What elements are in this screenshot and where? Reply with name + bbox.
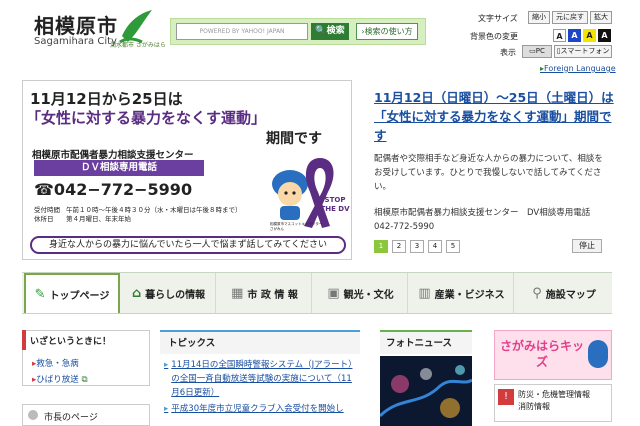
slide-page-5[interactable]: 5 [446,240,460,253]
kids-label: さがみはらキッズ [500,339,585,369]
illumination-photo [380,356,472,426]
house-icon: ⌂ [131,285,142,301]
display-smartphone-label: スマートフォン [560,47,610,55]
city-name-en[interactable]: Sagamihara City [34,36,117,47]
nav-industry[interactable]: ▥ 産業・ビジネス [410,273,514,313]
display-pc-button[interactable]: ▭PC [522,45,552,58]
city-logo-icon: ✎ [34,286,46,302]
emergency-title: いざというときに！ [30,337,112,347]
foreign-language-label: Foreign Language [544,64,616,73]
chart-icon: ▥ [418,285,431,301]
text-size-enlarge-button[interactable]: 拡大 [590,11,612,24]
slide-page-2[interactable]: 2 [392,240,406,253]
foreign-language-link[interactable]: ▸Foreign Language [540,64,616,73]
topics-item-label: 11月14日の全国瞬時警報システム（Jアラート）の全国一斉自動放送等試験の実施に… [171,360,353,398]
slide-page-3[interactable]: 3 [410,240,424,253]
mayor-avatar-icon [28,410,38,420]
banner-footer: 身近な人からの暴力に悩んでいたら一人で悩まず話してみてください [30,236,346,254]
nav-city-government-label: 市 政 情 報 [247,289,298,301]
bg-color-blue-button[interactable]: A [568,29,581,42]
search-icon: 🔍 [315,26,327,36]
monitor-icon: ▭ [529,47,536,55]
arrow-right-icon: ▸ [164,360,169,370]
nav-facility-map-label: 施設マップ [545,289,596,301]
photo-icon: ▣ [327,285,340,301]
disaster-info-line2: 消防情報 [518,402,550,411]
banner-campaign: 「女性に対する暴力をなくす運動」 [26,109,267,127]
nav-living-label: 暮らしの情報 [145,289,206,301]
topics-item[interactable]: ▸ 11月14日の全国瞬時警報システム（Jアラート）の全国一斉自動放送等試験の実施… [164,358,354,400]
photo-news-title: フォトニュース [386,338,453,349]
text-size-label: 文字サイズ [478,14,518,23]
bg-color-label: 背景色の変更 [470,32,518,41]
slide-page-1[interactable]: 1 [374,240,388,253]
nav-industry-label: 産業・ビジネス [434,289,505,301]
nav-top-page-label: トップページ [49,290,110,302]
text-size-reset-button[interactable]: 元に戻す [552,11,588,24]
photo-news-image[interactable] [380,356,472,426]
search-help-label: 検索の使い方 [364,27,413,36]
display-smartphone-button[interactable]: ▯スマートフォン [554,45,612,58]
nav-city-government[interactable]: ▦ 市 政 情 報 [218,273,312,313]
topics-item[interactable]: ▸ 平成30年度市立児童クラブ入会受付を開始し [164,402,354,416]
banner-center: 相模原市配偶者暴力相談支援センター [32,150,194,161]
bg-color-white-button[interactable]: A [553,29,566,42]
display-pc-label: PC [535,47,545,55]
nav-tourism-label: 観光・文化 [343,289,394,301]
nav-facility-map[interactable]: ⚲ 施設マップ [516,273,612,313]
news-body: 配偶者や交際相手など身近な人からの暴力について、相談をお受けしています。ひとりで… [374,154,603,192]
banner-hotline-label: ＤＶ相談専用電話 [34,160,204,176]
slide-page-4[interactable]: 4 [428,240,442,253]
emergency-title-bar [22,330,26,350]
display-label: 表示 [500,48,516,57]
alert-icon: ! [498,389,514,405]
topics-title: トピックス [168,338,216,349]
emergency-link-broadcast[interactable]: ▸ひばり放送 ⧉ [32,373,88,385]
banner-period: 期間です [266,131,322,147]
city-name[interactable]: 相模原市 [34,10,118,39]
map-pin-icon: ⚲ [532,285,542,301]
slideshow-stop-button[interactable]: 停止 [572,239,602,253]
banner-holiday-label: 休所日 [34,215,54,223]
banner-phone: ☎042−772−5990 [34,180,193,199]
mascot-caption: 相模原市マスコットキャラクター さがみん [270,222,323,231]
emergency-link-medical[interactable]: ▸救急・急病 [32,357,79,369]
news-headline-link[interactable]: 11月12日（日曜日）〜25日（土曜日）は「女性に対する暴力をなくす運動」期間で… [374,88,614,145]
search-button[interactable]: 🔍検索 [311,23,349,40]
text-size-shrink-button[interactable]: 縮小 [528,11,550,24]
search-button-label: 検索 [326,26,345,36]
emergency-link-broadcast-label: ひばり放送 [36,375,79,385]
building-icon: ▦ [231,285,244,301]
nav-living[interactable]: ⌂ 暮らしの情報 [122,273,216,313]
search-input[interactable]: POWERED BY YAHOO! JAPAN [176,23,308,40]
topics-item-label: 平成30年度市立児童クラブ入会受付を開始し [171,404,344,414]
banner-ribbon-text: STOP THE DV [320,196,350,213]
nav-top-page[interactable]: ✎ トップページ [24,273,120,313]
search-help-button[interactable]: ›検索の使い方 [356,23,418,40]
topics-list: ▸ 11月14日の全国瞬時警報システム（Jアラート）の全国一斉自動放送等試験の実施… [164,358,354,416]
news-center: 相模原市配偶者暴力相談支援センター DV相談専用電話 042-772-5990 [374,208,599,232]
bg-color-black-button[interactable]: A [598,29,611,42]
logo-caption: 潤水都市 さがみはら [110,42,166,49]
nav-tourism[interactable]: ▣ 観光・文化 [314,273,408,313]
emergency-link-medical-label: 救急・急病 [36,359,79,369]
bg-color-yellow-button[interactable]: A [583,29,596,42]
mayor-page-link[interactable]: 市長のページ [44,410,98,423]
banner-holiday: 第４月曜日、年末年始 [66,215,131,223]
arrow-right-icon: ▸ [164,404,169,414]
kids-mascot-icon [588,340,608,368]
external-link-icon: ⧉ [78,375,88,385]
disaster-info-line1: 防災・危機管理情報 [518,390,590,399]
banner-date-line: 11月12日から25日は [30,90,183,108]
